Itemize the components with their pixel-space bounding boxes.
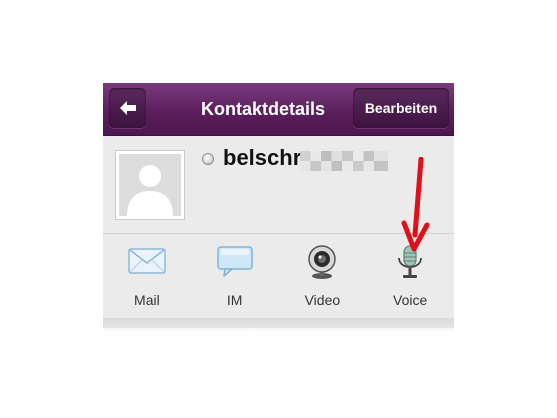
- red-annotation-arrow-icon: [401, 157, 430, 252]
- contact-name: belschr: [223, 145, 302, 170]
- video-label: Video: [304, 292, 341, 308]
- page-title: Kontaktdetails: [200, 98, 326, 119]
- bottom-shadow: [103, 318, 454, 332]
- back-arrow-icon: [119, 101, 136, 115]
- mail-action[interactable]: Mail: [103, 234, 191, 314]
- avatar[interactable]: [115, 150, 185, 220]
- chat-bubble-icon: [216, 246, 253, 277]
- video-action[interactable]: Video: [279, 234, 367, 314]
- voice-label: Voice: [393, 292, 428, 308]
- im-label: IM: [226, 292, 243, 308]
- name-blur-overlay: [300, 151, 388, 171]
- edit-button[interactable]: Bearbeiten: [353, 88, 449, 128]
- webcam-icon: [308, 245, 337, 279]
- header-bar: Kontaktdetails Bearbeiten: [103, 83, 454, 136]
- im-action[interactable]: IM: [191, 234, 279, 314]
- status-indicator-icon: [202, 153, 214, 165]
- mail-label: Mail: [134, 292, 160, 308]
- back-button[interactable]: [109, 88, 146, 128]
- avatar-placeholder-icon: [119, 154, 181, 216]
- envelope-icon: [128, 248, 166, 274]
